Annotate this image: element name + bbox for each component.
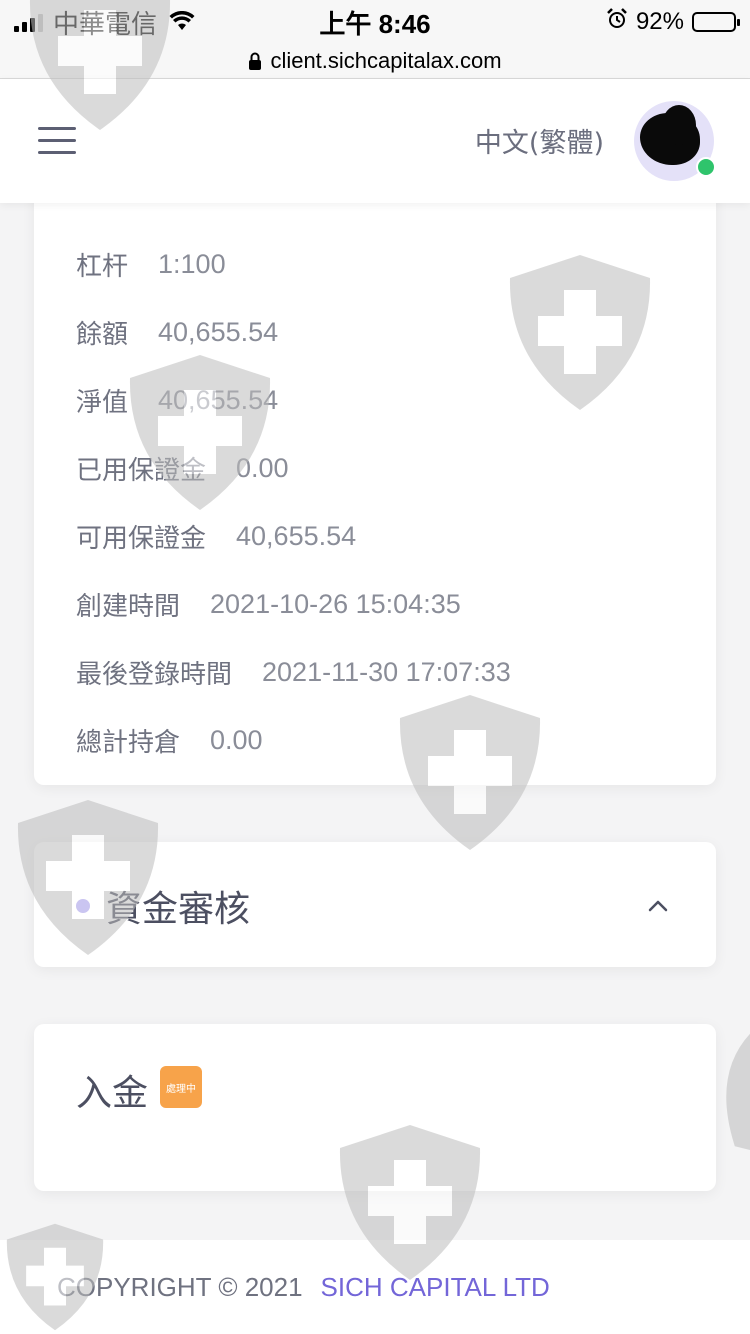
chevron-up-icon[interactable] [646,894,670,918]
status-badge: 處理中 [160,1066,202,1108]
url-bar[interactable]: client.sichcapitalax.com [0,44,750,79]
deposit-label: 入金 [76,1073,149,1114]
signal-icon [14,12,43,32]
info-label: 可用保證金 [76,523,207,554]
info-value: 0.00 [210,724,263,755]
fund-review-section[interactable]: 資金審核 [34,842,716,967]
info-row: 杠杆 1:100 [76,230,511,298]
info-label: 創建時間 [76,591,181,622]
app-header: 中文(繁體) [0,79,750,203]
status-left: 中華電信 [0,4,195,41]
info-row: 已用保證金 0.00 [76,434,511,502]
url-text: client.sichcapitalax.com [270,48,502,73]
battery-percent: 92% [635,8,684,35]
company-link[interactable]: SICH CAPITAL LTD [321,1272,550,1303]
battery-icon [692,12,740,32]
info-row: 淨值 40,655.54 [76,366,511,434]
info-value: 2021-10-26 15:04:35 [210,588,461,619]
carrier-label: 中華電信 [53,8,158,39]
language-selector[interactable]: 中文(繁體) [475,121,604,160]
info-value: 40,655.54 [158,384,279,415]
info-label: 餘額 [76,319,129,350]
info-row: 餘額 40,655.54 [76,298,511,366]
deposit-card[interactable]: 入金 處理中 [34,1024,716,1191]
fund-review-title: 資金審核 [106,889,251,930]
wifi-icon [169,7,195,38]
shield-cross-watermark [726,1033,750,1150]
info-label: 杠杆 [76,251,129,282]
info-value: 40,655.54 [158,316,279,347]
alarm-icon [606,7,628,37]
menu-icon[interactable] [38,127,76,155]
section-dot [76,899,90,913]
info-value: 2021-11-30 17:07:33 [262,656,511,687]
info-label: 已用保證金 [76,455,207,486]
info-label: 總計持倉 [76,727,181,758]
info-row: 總計持倉 0.00 [76,706,511,774]
lock-icon [248,52,262,70]
info-label: 淨值 [76,387,129,418]
info-value: 40,655.54 [236,520,357,551]
footer: COPYRIGHT © 2021 SICH CAPITAL LTD [0,1240,750,1334]
info-value: 1:100 [158,248,226,279]
copyright-text: COPYRIGHT © 2021 [57,1271,303,1302]
info-row: 創建時間 2021-10-26 15:04:35 [76,570,511,638]
info-row: 可用保證金 40,655.54 [76,502,511,570]
account-info-card: 杠杆 1:100 餘額 40,655.54 淨值 40,655.54 已用保證金 0.00 可用… [34,170,716,785]
info-value: 0.00 [236,452,289,483]
account-info-list: 杠杆 1:100 餘額 40,655.54 淨值 40,655.54 已用保證金 0.00 可用… [76,230,511,774]
online-status-dot [696,157,716,177]
status-bar: 中華電信 上午 8:46 92% [0,0,750,44]
status-right: 92% [606,7,750,37]
info-label: 最後登錄時間 [76,659,233,690]
avatar[interactable] [634,101,716,181]
info-row: 最後登錄時間 2021-11-30 17:07:33 [76,638,511,706]
